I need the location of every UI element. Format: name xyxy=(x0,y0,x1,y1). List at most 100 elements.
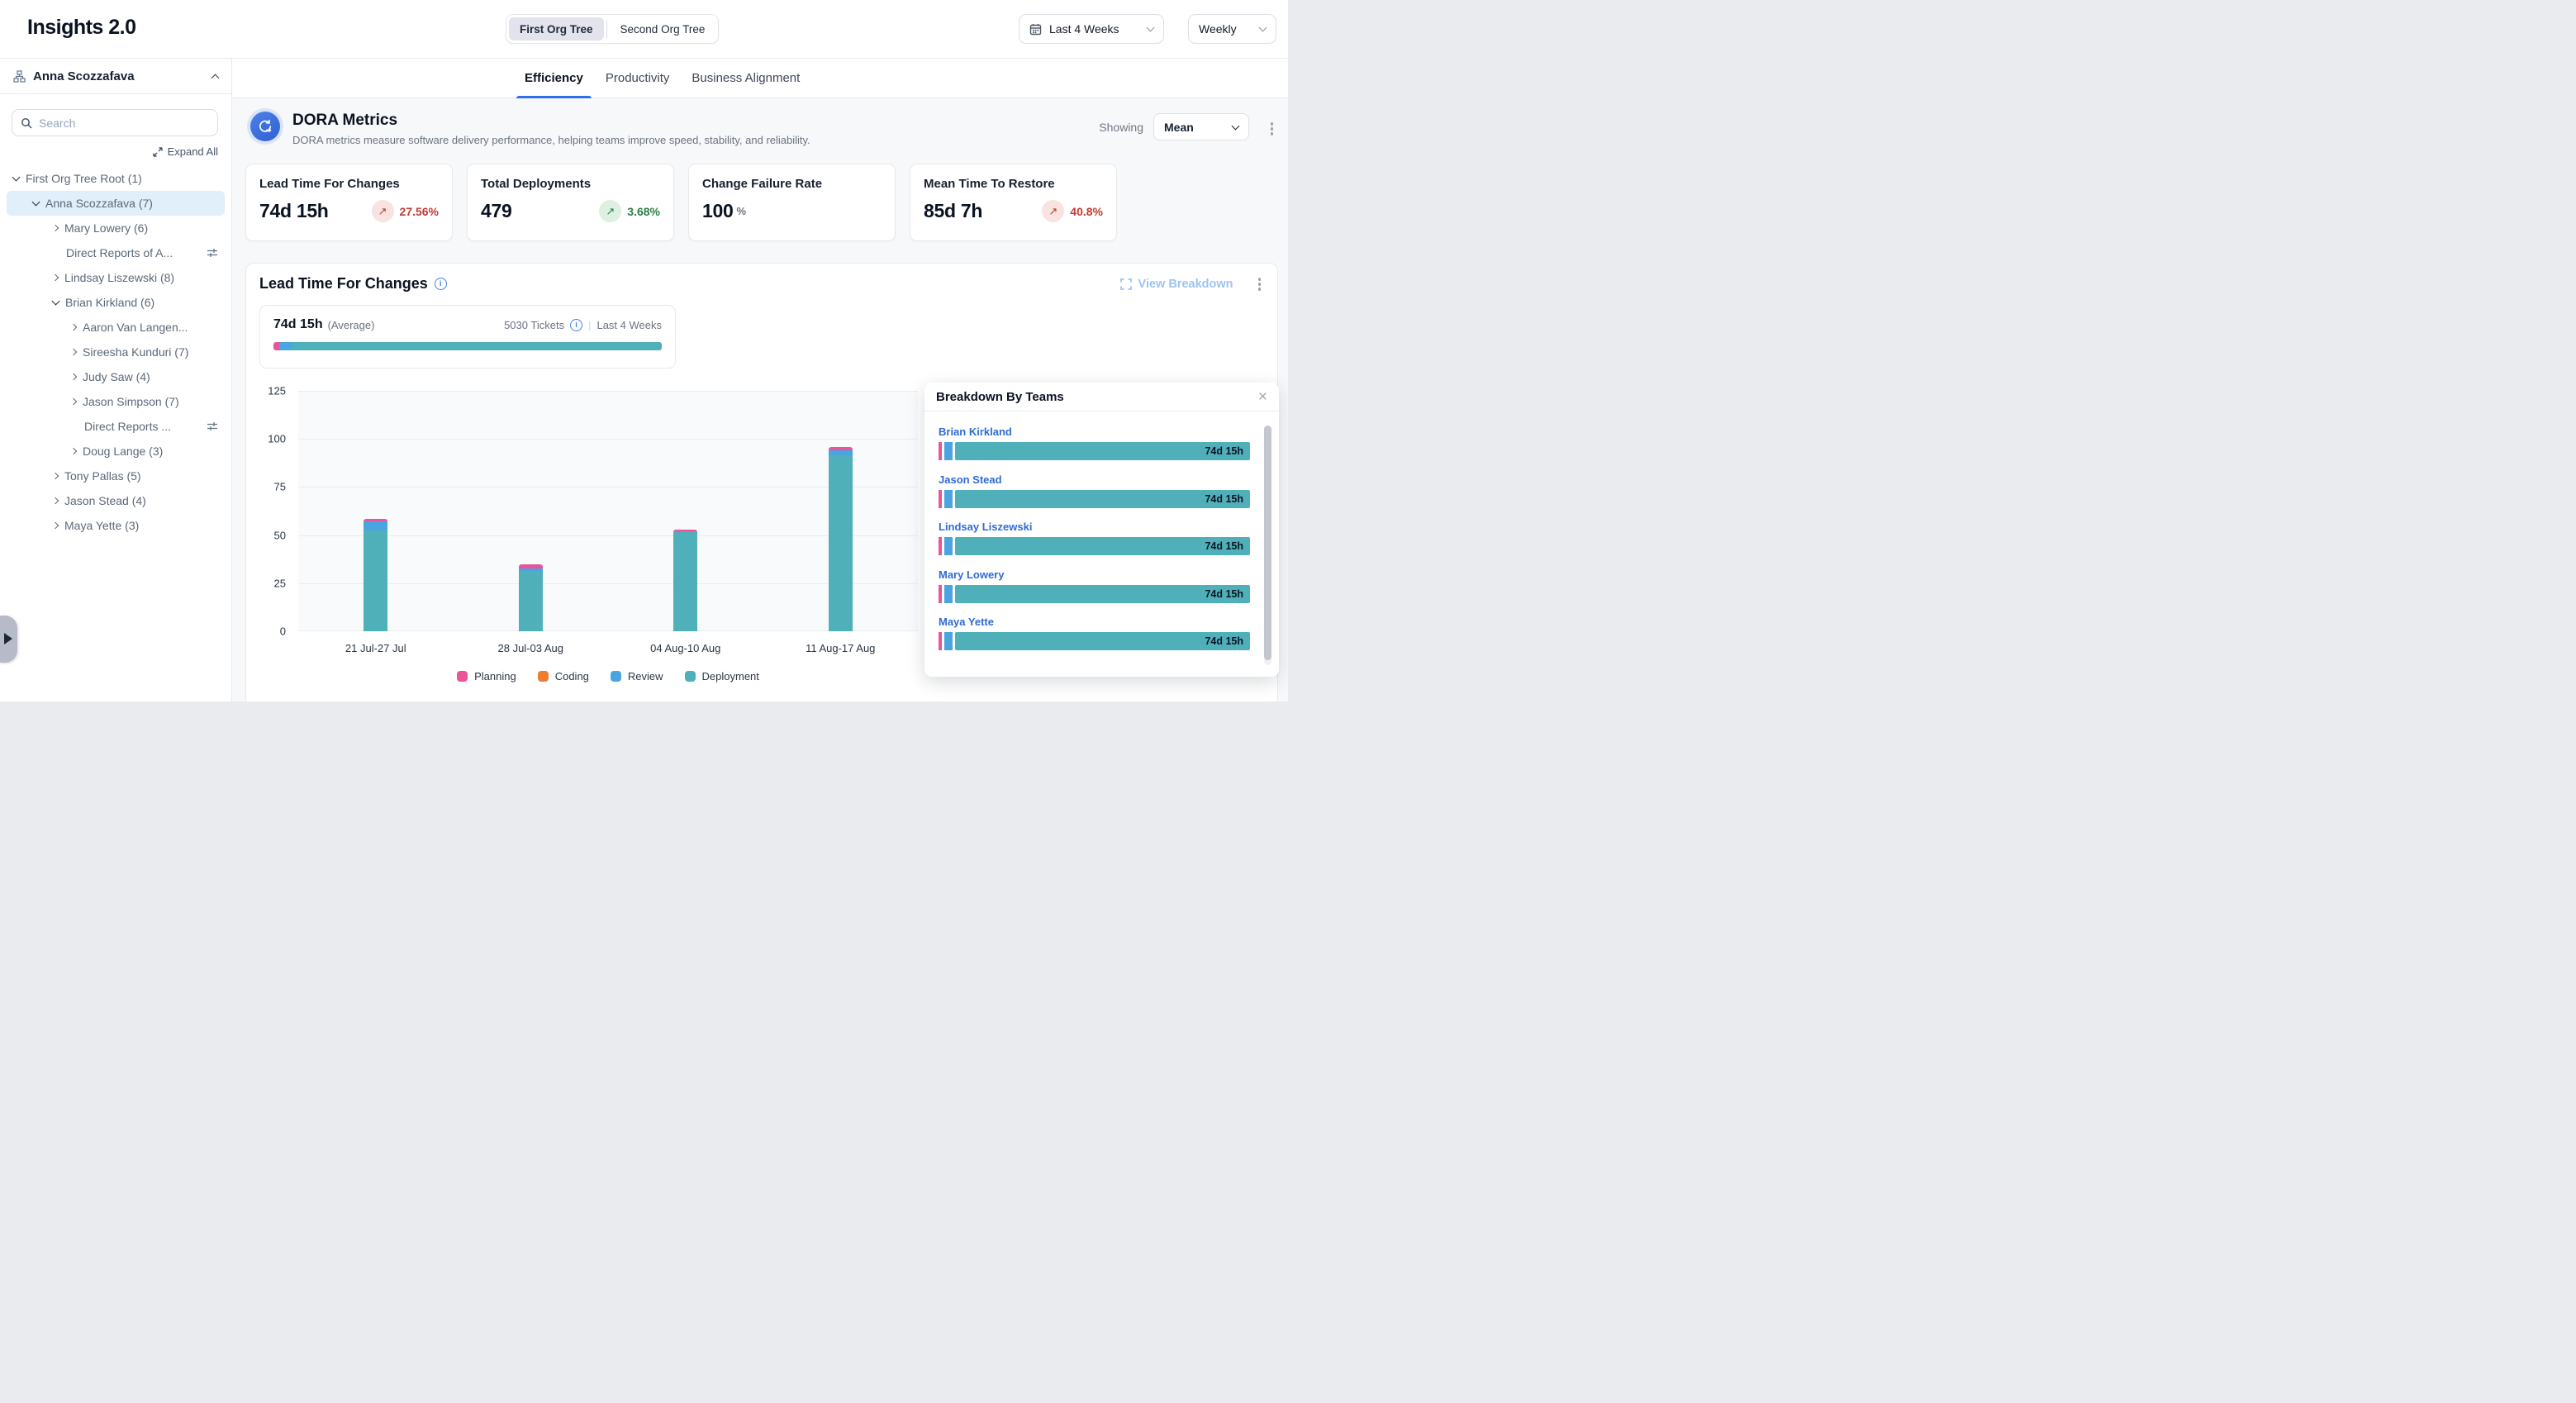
tree-row-3[interactable]: Direct Reports of A... xyxy=(7,240,225,265)
scrollbar-thumb[interactable] xyxy=(1264,426,1271,660)
team-name-link[interactable]: Brian Kirkland xyxy=(939,426,1250,438)
sidebar-flyout-handle[interactable] xyxy=(0,616,17,663)
chevron-right-icon[interactable] xyxy=(70,324,77,331)
tree-row-6[interactable]: Aaron Van Langen... xyxy=(7,315,225,340)
org-chart-icon xyxy=(13,70,26,83)
tickets-count: 5030 Tickets xyxy=(504,319,564,331)
chevron-right-icon[interactable] xyxy=(70,448,77,454)
close-icon[interactable]: × xyxy=(1258,389,1267,405)
tree-item-label: Sireesha Kunduri (7) xyxy=(83,345,188,359)
team-phase-bar: 74d 15h xyxy=(939,585,1250,603)
average-summary-box: 74d 15h (Average) 5030 Tickets | Last 4 … xyxy=(259,305,676,369)
metric-value: 479 xyxy=(481,200,511,222)
filter-sliders-icon[interactable] xyxy=(207,421,218,432)
tree-row-2[interactable]: Mary Lowery (6) xyxy=(7,216,225,240)
date-range-dropdown[interactable]: Last 4 Weeks xyxy=(1019,14,1164,44)
toggle-first-org-tree[interactable]: First Org Tree xyxy=(509,17,604,40)
tree-row-8[interactable]: Judy Saw (4) xyxy=(7,364,225,389)
view-breakdown-expand-icon xyxy=(1120,278,1132,290)
stacked-bar[interactable] xyxy=(519,564,543,631)
tree-row-14[interactable]: Maya Yette (3) xyxy=(7,513,225,538)
info-icon[interactable] xyxy=(435,278,447,290)
tree-row-9[interactable]: Jason Simpson (7) xyxy=(7,389,225,414)
sidebar-search xyxy=(12,109,218,136)
stacked-bar[interactable] xyxy=(673,530,697,631)
legend-item-coding[interactable]: Coding xyxy=(538,670,589,682)
content-area: DORA Metrics DORA metrics measure softwa… xyxy=(232,98,1288,702)
team-name-link[interactable]: Maya Yette xyxy=(939,616,1250,628)
tab-business-alignment[interactable]: Business Alignment xyxy=(692,59,800,98)
scrollbar-track[interactable] xyxy=(1264,426,1271,665)
lead-time-kebab-menu-icon[interactable] xyxy=(1255,274,1265,294)
team-bar-segment xyxy=(944,632,953,650)
gridline xyxy=(298,583,918,584)
tree-row-12[interactable]: Tony Pallas (5) xyxy=(7,464,225,488)
tab-efficiency[interactable]: Efficiency xyxy=(525,59,583,98)
metric-delta: ↗40.8% xyxy=(1042,200,1103,222)
tree-row-1[interactable]: Anna Scozzafava (7) xyxy=(7,191,225,216)
tickets-info-icon[interactable] xyxy=(570,319,582,331)
tree-item-label: Anna Scozzafava (7) xyxy=(45,197,153,210)
bar-segment-deployment xyxy=(673,532,697,631)
search-input[interactable] xyxy=(39,117,209,130)
granularity-dropdown[interactable]: Weekly xyxy=(1188,14,1276,44)
team-name-link[interactable]: Mary Lowery xyxy=(939,568,1250,581)
metric-delta: ↗27.56% xyxy=(372,200,439,222)
metric-value: 100 xyxy=(702,200,733,222)
dora-cycle-icon xyxy=(250,112,280,141)
calendar-icon xyxy=(1029,23,1042,36)
tree-item-label: Jason Stead (4) xyxy=(64,494,146,507)
tree-row-10[interactable]: Direct Reports ... xyxy=(7,414,225,439)
metric-value-row: 74d 15h↗27.56% xyxy=(259,200,439,222)
view-breakdown-button[interactable]: View Breakdown xyxy=(1120,278,1233,291)
dora-metrics-subtitle: DORA metrics measure software delivery p… xyxy=(292,134,810,146)
expand-all-button[interactable]: Expand All xyxy=(153,145,218,158)
tree-row-4[interactable]: Lindsay Liszewski (8) xyxy=(7,265,225,290)
tree-row-5[interactable]: Brian Kirkland (6) xyxy=(7,290,225,315)
breakdown-team-row: Mary Lowery 74d 15h xyxy=(939,568,1250,603)
chevron-up-icon[interactable] xyxy=(211,74,220,82)
tab-productivity[interactable]: Productivity xyxy=(606,59,670,98)
stacked-bar[interactable] xyxy=(364,519,387,631)
chevron-right-icon[interactable] xyxy=(52,473,59,479)
team-name-link[interactable]: Jason Stead xyxy=(939,473,1250,486)
tree-row-7[interactable]: Sireesha Kunduri (7) xyxy=(7,340,225,364)
legend-item-deployment[interactable]: Deployment xyxy=(685,670,759,682)
chevron-right-icon[interactable] xyxy=(52,522,59,529)
metric-card: Mean Time To Restore85d 7h↗40.8% xyxy=(910,164,1117,241)
legend-item-planning[interactable]: Planning xyxy=(457,670,516,682)
toggle-second-org-tree[interactable]: Second Org Tree xyxy=(610,17,716,40)
tree-item-label: Brian Kirkland (6) xyxy=(65,296,154,309)
filter-sliders-icon[interactable] xyxy=(207,247,218,259)
tree-row-11[interactable]: Doug Lange (3) xyxy=(7,439,225,464)
metric-delta-value: 40.8% xyxy=(1070,205,1103,218)
tree-item-label: Mary Lowery (6) xyxy=(64,221,148,235)
chevron-right-icon[interactable] xyxy=(70,398,77,405)
chevron-right-icon[interactable] xyxy=(52,497,59,504)
team-name-link[interactable]: Lindsay Liszewski xyxy=(939,521,1250,533)
stacked-bar[interactable] xyxy=(829,447,853,631)
sidebar-header[interactable]: Anna Scozzafava xyxy=(0,59,231,94)
chevron-down-icon[interactable] xyxy=(12,174,21,182)
tree-row-0[interactable]: First Org Tree Root (1) xyxy=(7,166,225,191)
metric-card: Lead Time For Changes 74d 15h↗27.56% xyxy=(245,164,453,241)
legend-item-review[interactable]: Review xyxy=(611,670,663,682)
team-bar-segment xyxy=(939,632,942,650)
chevron-right-icon[interactable] xyxy=(52,225,59,231)
dora-kebab-menu-icon[interactable] xyxy=(1267,119,1277,139)
tab-bar: Efficiency Productivity Business Alignment xyxy=(232,59,1288,98)
average-range: Last 4 Weeks xyxy=(596,319,662,331)
chevron-right-icon[interactable] xyxy=(70,373,77,380)
showing-control: Showing Mean xyxy=(1099,113,1249,140)
tree-row-13[interactable]: Jason Stead (4) xyxy=(7,488,225,513)
chevron-down-icon[interactable] xyxy=(32,198,40,207)
metric-title: Lead Time For Changes xyxy=(259,177,439,191)
showing-dropdown[interactable]: Mean xyxy=(1153,113,1249,140)
chevron-right-icon[interactable] xyxy=(70,349,77,355)
legend-swatch xyxy=(457,671,468,682)
chevron-right-icon[interactable] xyxy=(52,274,59,281)
chart-y-axis: 0255075100125 xyxy=(253,391,286,631)
play-icon xyxy=(4,633,12,644)
legend-label: Review xyxy=(628,670,663,682)
chevron-down-icon[interactable] xyxy=(52,297,60,306)
